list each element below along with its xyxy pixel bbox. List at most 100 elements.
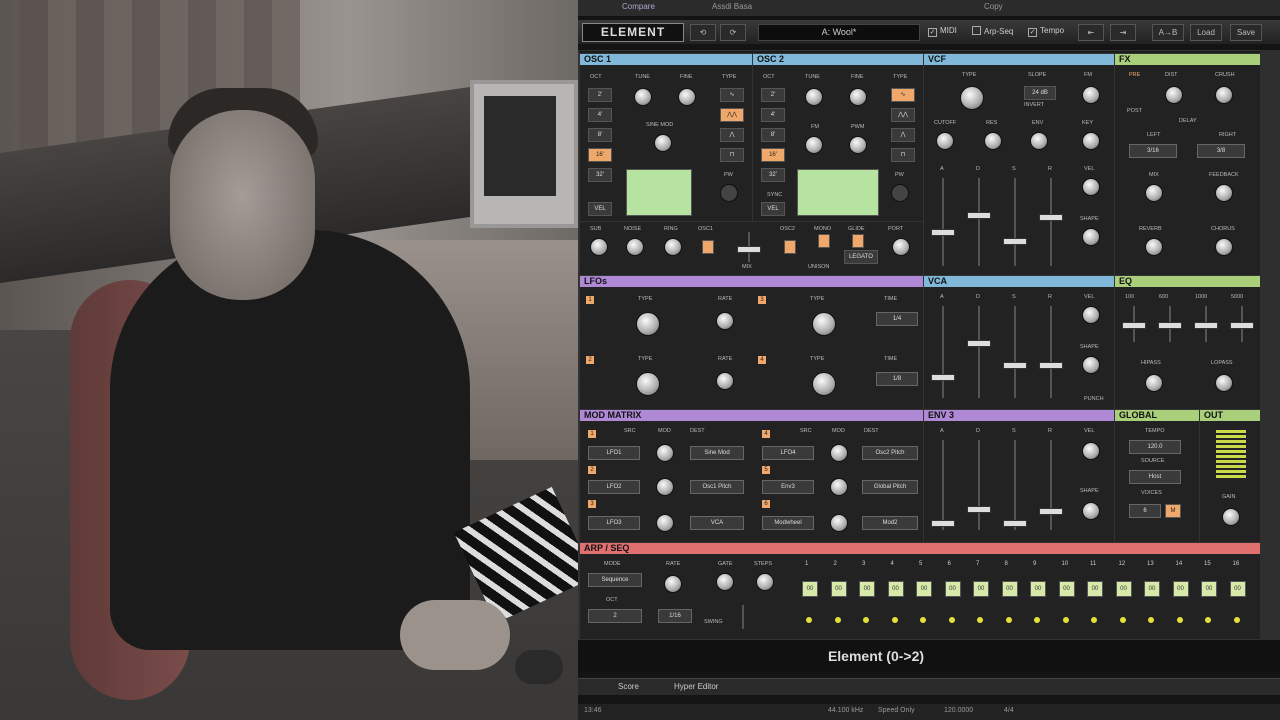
osc1-oct-2-button[interactable]: 2' (588, 88, 612, 102)
sub-knob[interactable] (590, 238, 608, 256)
vcf-shape-knob[interactable] (1082, 228, 1100, 246)
mod-slot-5-dest-dropdown[interactable]: Global Pitch (862, 480, 918, 494)
step-value-15[interactable]: 00 (1201, 581, 1217, 597)
osc1-sine-mod-knob[interactable] (654, 134, 672, 152)
vca-attack-fader[interactable] (931, 374, 955, 381)
vcf-invert-label[interactable]: INVERT (1024, 102, 1044, 108)
mod-slot-6-src-dropdown[interactable]: Modwheel (762, 516, 814, 530)
fx-dist-knob[interactable] (1165, 86, 1183, 104)
step-value-1[interactable]: 00 (802, 581, 818, 597)
mod-slot-1-amount-knob[interactable] (656, 444, 674, 462)
lfo1-rate-knob[interactable] (716, 312, 734, 330)
hyper-editor-tab[interactable]: Hyper Editor (674, 682, 718, 691)
arp-rate-knob[interactable] (664, 575, 682, 593)
osc2-fine-knob[interactable] (849, 88, 867, 106)
mod-slot-3-amount-knob[interactable] (656, 514, 674, 532)
mod-slot-6-dest-dropdown[interactable]: Mod2 (862, 516, 918, 530)
osc1-square-wave-icon[interactable]: ⊓ (720, 148, 744, 162)
unison-label[interactable]: UNISON (808, 264, 829, 270)
env3-release-fader[interactable] (1039, 508, 1063, 515)
osc1-triangle-wave-icon[interactable]: ⋀ (720, 128, 744, 142)
lfo3-type-knob[interactable] (812, 312, 836, 336)
vcf-vel-knob[interactable] (1082, 178, 1100, 196)
osc2-oct-8-button[interactable]: 8' (761, 128, 785, 142)
mod-slot-5-src-dropdown[interactable]: Env3 (762, 480, 814, 494)
host-compare-tab[interactable]: Compare (622, 2, 655, 11)
arp-gate-knob[interactable] (716, 573, 734, 591)
osc2-sync-label[interactable]: SYNC (767, 192, 782, 198)
step-gate-led-13[interactable] (1148, 617, 1154, 623)
vcf-slope-display[interactable]: 24 dB (1024, 86, 1056, 100)
mod-slot-2-src-dropdown[interactable]: LFO2 (588, 480, 640, 494)
fx-mix-knob[interactable] (1145, 184, 1163, 202)
lfo4-time-dropdown[interactable]: 1/8 (876, 372, 918, 386)
score-tab[interactable]: Score (618, 682, 639, 691)
vcf-decay-fader[interactable] (967, 212, 991, 219)
step-value-16[interactable]: 00 (1229, 581, 1246, 597)
osc1-mix-toggle[interactable] (702, 240, 714, 254)
tempo-checkbox[interactable]: ✓ Tempo (1028, 26, 1064, 37)
mod-slot-4-dest-dropdown[interactable]: Osc2 Pitch (862, 446, 918, 460)
fx-crush-knob[interactable] (1215, 86, 1233, 104)
step-value-4[interactable]: 00 (887, 581, 904, 597)
fx-reverb-knob[interactable] (1145, 238, 1163, 256)
step-value-13[interactable]: 00 (1144, 581, 1160, 597)
step-gate-led-14[interactable] (1176, 617, 1183, 623)
eq-100-fader[interactable] (1122, 322, 1146, 329)
undo-button[interactable]: ⟲ (690, 24, 716, 41)
step-value-10[interactable]: 00 (1058, 581, 1075, 597)
step-value-6[interactable]: 00 (944, 581, 961, 597)
mod-slot-5-amount-knob[interactable] (830, 478, 848, 496)
mono-toggle[interactable] (818, 234, 830, 248)
step-value-7[interactable]: 00 (973, 581, 989, 597)
vcf-key-knob[interactable] (1082, 132, 1100, 150)
mod-slot-2-dest-dropdown[interactable]: Osc1 Pitch (690, 480, 744, 494)
vca-sustain-fader[interactable] (1003, 362, 1027, 369)
osc2-sine-wave-icon[interactable]: ∿ (891, 88, 915, 102)
preset-name-display[interactable]: A: Wool* (758, 24, 920, 41)
port-knob[interactable] (892, 238, 910, 256)
arp-steps-knob[interactable] (756, 573, 774, 591)
osc2-fm-knob[interactable] (805, 136, 823, 154)
step-value-11[interactable]: 00 (1087, 581, 1103, 597)
step-gate-led-9[interactable] (1034, 617, 1040, 623)
noise-knob[interactable] (626, 238, 644, 256)
eq-lopass-knob[interactable] (1215, 374, 1233, 392)
vca-decay-fader[interactable] (967, 340, 991, 347)
lfo3-time-dropdown[interactable]: 1/4 (876, 312, 918, 326)
mod-slot-6-amount-knob[interactable] (830, 514, 848, 532)
osc2-tune-knob[interactable] (805, 88, 823, 106)
redo-button[interactable]: ⟳ (720, 24, 746, 41)
fx-feedback-knob[interactable] (1215, 184, 1233, 202)
osc2-pwm-knob[interactable] (849, 136, 867, 154)
step-gate-led-11[interactable] (1091, 617, 1097, 623)
step-value-3[interactable]: 00 (859, 581, 875, 597)
eq-hipass-knob[interactable] (1145, 374, 1163, 392)
osc2-square-wave-icon[interactable]: ⊓ (891, 148, 915, 162)
global-tempo-display[interactable]: 120.0 (1129, 440, 1181, 454)
osc1-sine-wave-icon[interactable]: ∿ (720, 88, 744, 102)
lfo1-type-knob[interactable] (636, 312, 660, 336)
vcf-attack-fader[interactable] (931, 229, 955, 236)
load-button[interactable]: Load (1190, 24, 1222, 41)
osc1-saw-wave-icon[interactable]: ⋀⋀ (720, 108, 744, 122)
vcf-type-knob[interactable] (960, 86, 984, 110)
osc1-tune-knob[interactable] (634, 88, 652, 106)
env3-sustain-fader[interactable] (1003, 520, 1027, 527)
vcf-release-fader[interactable] (1039, 214, 1063, 221)
mod-slot-4-src-dropdown[interactable]: LFO4 (762, 446, 814, 460)
step-gate-led-15[interactable] (1205, 617, 1211, 623)
vca-release-fader[interactable] (1039, 362, 1063, 369)
step-gate-led-3[interactable] (863, 617, 869, 623)
global-mono-badge[interactable]: M (1165, 504, 1181, 518)
previous-preset-button[interactable]: ⇤ (1078, 24, 1104, 41)
arp-mode-dropdown[interactable]: Sequence (588, 573, 642, 587)
osc2-pw-knob[interactable] (891, 184, 909, 202)
arp-seq-checkbox[interactable]: Arp-Seq (972, 26, 1013, 36)
mod-slot-2-amount-knob[interactable] (656, 478, 674, 496)
lfo4-type-knob[interactable] (812, 372, 836, 396)
step-gate-led-4[interactable] (891, 617, 898, 623)
fx-delay-right-dropdown[interactable]: 3/8 (1197, 144, 1245, 158)
osc1-oct-4-button[interactable]: 4' (588, 108, 612, 122)
arp-oct-dropdown[interactable]: 2 (588, 609, 642, 623)
